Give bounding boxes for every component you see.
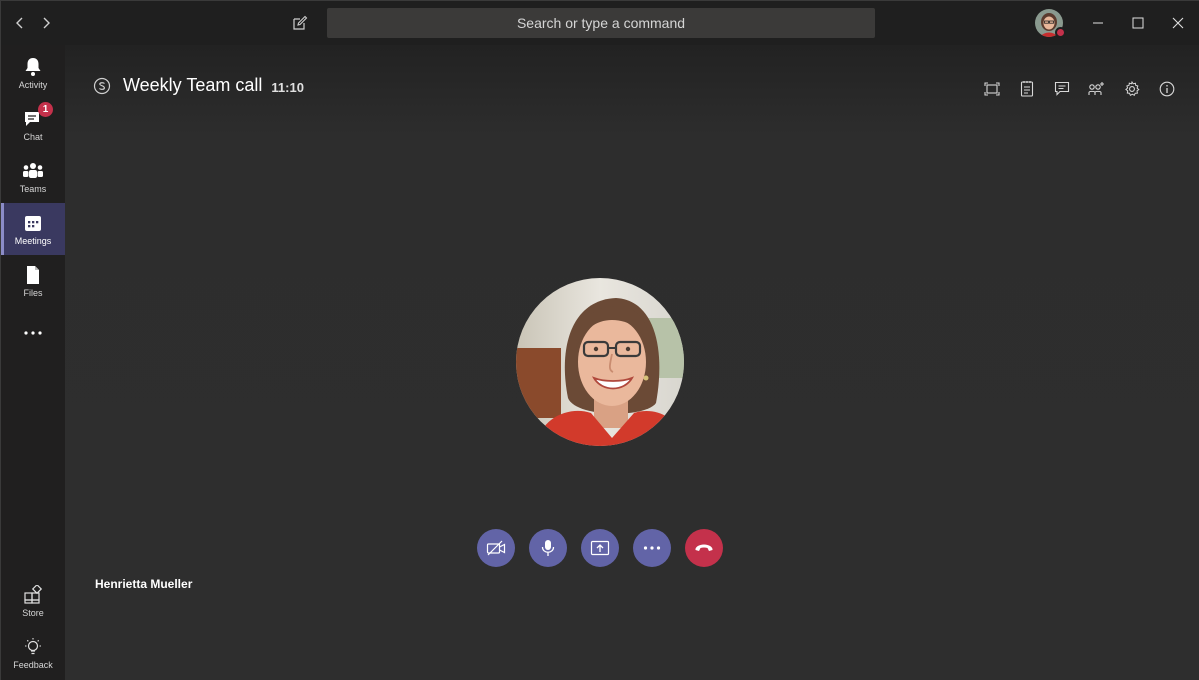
chevron-right-icon xyxy=(43,17,50,29)
calendar-icon xyxy=(21,212,45,234)
bell-icon xyxy=(21,56,45,78)
app-bar: Activity 1 Chat Teams Meetings Files Sto… xyxy=(1,45,65,680)
rail-item-label: Teams xyxy=(19,184,47,194)
new-chat-button[interactable] xyxy=(289,12,311,34)
close-icon xyxy=(1172,17,1184,29)
more-icon xyxy=(643,546,661,550)
meeting-duration: 11:10 xyxy=(271,79,304,95)
rail-item-meetings[interactable]: Meetings xyxy=(1,203,65,255)
maximize-button[interactable] xyxy=(1116,1,1160,45)
rail-item-label: Chat xyxy=(23,132,43,142)
store-icon xyxy=(21,584,45,606)
meeting-header: Weekly Team call 11:10 xyxy=(93,75,304,96)
camera-toggle-button[interactable] xyxy=(477,529,515,567)
skype-icon xyxy=(93,77,111,95)
search-input[interactable] xyxy=(327,8,875,38)
compose-icon xyxy=(293,15,308,30)
file-icon xyxy=(21,264,45,286)
teams-window: Activity 1 Chat Teams Meetings Files xyxy=(0,0,1199,680)
chat-icon: 1 xyxy=(21,102,53,130)
participant-name: Henrietta Mueller xyxy=(95,577,193,591)
rail-item-label: Feedback xyxy=(13,660,53,670)
participant-avatar xyxy=(516,278,684,446)
minimize-icon xyxy=(1093,22,1103,24)
meeting-notes-button[interactable] xyxy=(1016,78,1037,99)
meeting-stage: Weekly Team call 11:10 Henrietta Mueller xyxy=(65,45,1199,680)
share-screen-button[interactable] xyxy=(581,529,619,567)
device-settings-button[interactable] xyxy=(1121,78,1142,99)
rail-item-files[interactable]: Files xyxy=(1,255,65,307)
rail-item-activity[interactable]: Activity xyxy=(1,47,65,99)
more-actions-button[interactable] xyxy=(633,529,671,567)
microphone-icon xyxy=(541,540,555,556)
fullscreen-icon xyxy=(983,81,1000,96)
participants-icon xyxy=(1088,82,1104,95)
maximize-icon xyxy=(1132,17,1144,29)
add-participants-button[interactable] xyxy=(1086,78,1107,99)
fullscreen-button[interactable] xyxy=(981,78,1002,99)
hang-up-icon xyxy=(695,544,713,551)
call-controls xyxy=(477,529,723,567)
chat-icon xyxy=(1054,81,1069,96)
call-toolbar xyxy=(981,78,1177,99)
rail-item-label: Meetings xyxy=(14,236,52,246)
rail-item-chat[interactable]: 1 Chat xyxy=(1,99,65,151)
chevron-left-icon xyxy=(16,17,23,29)
rail-item-more[interactable] xyxy=(1,307,65,359)
rail-item-store[interactable]: Store xyxy=(1,575,65,627)
rail-item-label: Store xyxy=(22,608,44,618)
minimize-button[interactable] xyxy=(1076,1,1120,45)
rail-item-label: Activity xyxy=(18,80,48,90)
show-conversation-button[interactable] xyxy=(1051,78,1072,99)
info-icon xyxy=(1159,81,1174,96)
forward-button[interactable] xyxy=(35,12,57,34)
meeting-notes-icon xyxy=(1020,81,1033,97)
title-bar xyxy=(1,1,1199,45)
rail-item-feedback[interactable]: Feedback xyxy=(1,627,65,679)
profile-avatar[interactable] xyxy=(1035,9,1066,38)
lightbulb-icon xyxy=(21,636,45,658)
meeting-info-button[interactable] xyxy=(1156,78,1177,99)
meeting-title: Weekly Team call xyxy=(123,75,263,95)
share-screen-icon xyxy=(590,540,610,556)
presence-status-dot xyxy=(1055,27,1066,38)
unread-badge: 1 xyxy=(38,102,53,117)
teams-icon xyxy=(21,160,45,182)
video-off-icon xyxy=(486,540,506,556)
rail-item-teams[interactable]: Teams xyxy=(1,151,65,203)
more-icon xyxy=(21,322,45,344)
rail-item-label: Files xyxy=(23,288,43,298)
mute-button[interactable] xyxy=(529,529,567,567)
settings-icon xyxy=(1124,80,1140,96)
close-button[interactable] xyxy=(1156,1,1199,45)
back-button[interactable] xyxy=(9,12,31,34)
hang-up-button[interactable] xyxy=(685,529,723,567)
